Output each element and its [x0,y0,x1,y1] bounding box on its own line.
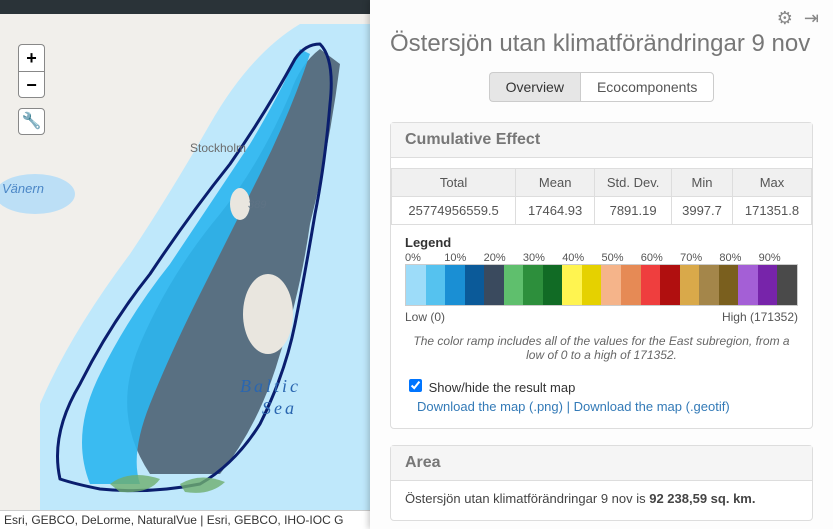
gear-icon[interactable]: ⚙ [777,8,793,28]
area-pre: Östersjön utan klimatförändringar 9 nov … [405,491,649,506]
info-panel: ⚙ ⇥ Östersjön utan klimatförändringar 9 … [370,0,833,529]
map-label-sea1: Baltic [240,376,301,397]
th-total: Total [392,169,516,197]
wrench-button[interactable]: 🔧 [18,108,45,135]
legend-cell [719,265,739,305]
section-area: Area Östersjön utan klimatförändringar 9… [390,445,813,521]
td-min: 3997.7 [672,197,733,225]
legend-ramp [405,264,798,306]
map-attribution: Esri, GEBCO, DeLorme, NaturalVue | Esri,… [0,510,370,529]
td-mean: 17464.93 [516,197,595,225]
stats-table: Total Mean Std. Dev. Min Max 25774956559… [391,168,812,225]
zoom-control: + − [18,44,45,98]
legend-cell [484,265,504,305]
download-geotif-link[interactable]: Download the map (.geotif) [574,399,730,414]
legend-cell [562,265,582,305]
legend-title: Legend [405,235,798,250]
page-title: Östersjön utan klimatförändringar 9 nov [390,0,813,72]
legend-tick: 30% [523,252,562,264]
legend-cell [426,265,446,305]
download-png-link[interactable]: Download the map (.png) [417,399,563,414]
th-mean: Mean [516,169,595,197]
legend-cell [641,265,661,305]
zoom-in-button[interactable]: + [18,44,45,71]
legend-cell [601,265,621,305]
section-cumulative-heading: Cumulative Effect [391,123,812,158]
app-topbar [0,0,370,14]
legend-cell [738,265,758,305]
legend-cell [699,265,719,305]
map-label-sea2: Sea [262,398,297,419]
legend-tick: 10% [444,252,483,264]
legend-cell [406,265,426,305]
toggle-checkbox[interactable] [409,379,422,392]
td-total: 25774956559.5 [392,197,516,225]
tab-bar: OverviewEcocomponents [390,72,813,102]
legend-low: Low (0) [405,310,445,324]
legend-ticks: 0%10%20%30%40%50%60%70%80%90% [405,252,798,264]
legend-cell [621,265,641,305]
th-std: Std. Dev. [595,169,672,197]
exit-icon[interactable]: ⇥ [804,8,819,28]
legend-cell [504,265,524,305]
map-label-city: Stockholm [190,141,246,155]
legend-tick: 80% [719,252,758,264]
basemap-svg [0,14,370,511]
th-max: Max [732,169,811,197]
legend-cell [523,265,543,305]
tab-ecocomponents[interactable]: Ecocomponents [580,72,714,102]
zoom-out-button[interactable]: − [18,71,45,98]
map-canvas[interactable]: Stockholm 389 Baltic Sea Vänern + − 🔧 [0,14,370,511]
legend-cell [582,265,602,305]
legend-note: The color ramp includes all of the value… [405,334,798,362]
legend-tick: 50% [601,252,640,264]
tools-control: 🔧 [18,108,45,135]
legend-tick: 20% [484,252,523,264]
legend-tick: 90% [759,252,798,264]
legend-cell [680,265,700,305]
toggle-result-map[interactable]: Show/hide the result map [405,380,575,395]
map-label-lake: Vänern [2,181,44,196]
legend-tick: 70% [680,252,719,264]
legend-tick: 40% [562,252,601,264]
tab-overview[interactable]: Overview [489,72,580,102]
legend-high: High (171352) [722,310,798,324]
section-cumulative: Cumulative Effect Total Mean Std. Dev. M… [390,122,813,429]
table-row: 25774956559.5 17464.93 7891.19 3997.7 17… [392,197,812,225]
legend-cell [543,265,563,305]
legend-cell [465,265,485,305]
legend-cell [777,265,797,305]
td-std: 7891.19 [595,197,672,225]
toggle-label: Show/hide the result map [429,380,576,395]
legend-tick: 0% [405,252,444,264]
legend-cell [445,265,465,305]
area-value: 92 238,59 sq. km. [649,491,755,506]
legend-cell [758,265,778,305]
section-area-heading: Area [391,446,812,481]
link-separator: | [567,399,574,414]
td-max: 171351.8 [732,197,811,225]
map-label-depth: 389 [248,199,266,211]
legend-tick: 60% [641,252,680,264]
th-min: Min [672,169,733,197]
area-text: Östersjön utan klimatförändringar 9 nov … [391,491,812,506]
legend-cell [660,265,680,305]
